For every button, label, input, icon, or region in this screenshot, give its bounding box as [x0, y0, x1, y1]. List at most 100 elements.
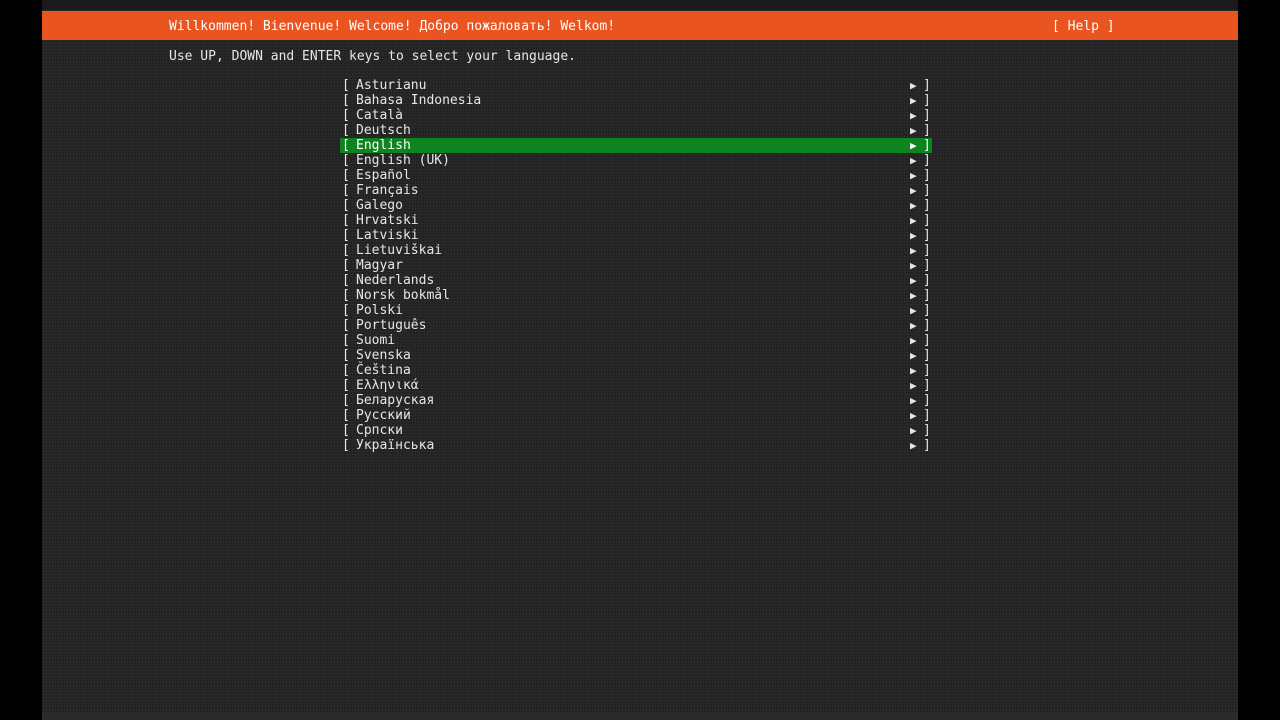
- language-label: Čeština: [356, 363, 411, 378]
- language-label: English: [356, 138, 411, 153]
- arrow-right-icon: ▶: [910, 289, 917, 302]
- close-bracket: ]: [923, 393, 931, 408]
- arrow-right-icon: ▶: [910, 169, 917, 182]
- language-option[interactable]: [Polski ▶]: [340, 303, 932, 318]
- language-option[interactable]: [Norsk bokmål ▶]: [340, 288, 932, 303]
- arrow-right-icon: ▶: [910, 244, 917, 257]
- language-option[interactable]: [ Français ▶]: [340, 183, 932, 198]
- language-label: English (UK): [356, 153, 450, 168]
- close-bracket: ]: [923, 153, 931, 168]
- language-label: Polski: [356, 303, 403, 318]
- language-label: Português: [356, 318, 427, 333]
- open-bracket: [: [342, 318, 350, 333]
- open-bracket: [: [342, 108, 350, 123]
- open-bracket: [: [342, 393, 350, 408]
- arrow-right-icon: ▶: [910, 349, 917, 362]
- arrow-right-icon: ▶: [910, 124, 917, 137]
- language-label: Hrvatski: [356, 213, 419, 228]
- arrow-right-icon: ▶: [910, 334, 917, 347]
- arrow-right-icon: ▶: [910, 214, 917, 227]
- language-label: Svenska: [356, 348, 411, 363]
- language-option[interactable]: [Deutsch ▶]: [340, 123, 932, 138]
- language-option[interactable]: [Čeština ▶]: [340, 363, 932, 378]
- open-bracket: [: [342, 423, 350, 438]
- open-bracket: [: [342, 153, 350, 168]
- language-label: Asturianu: [356, 78, 427, 93]
- open-bracket: [: [342, 378, 350, 393]
- screen: Willkommen! Bienvenue! Welcome! Добро по…: [0, 0, 1280, 720]
- open-bracket: [: [342, 123, 350, 138]
- open-bracket: [: [342, 273, 350, 288]
- open-bracket: [: [342, 168, 350, 183]
- open-bracket: [: [342, 288, 350, 303]
- language-option[interactable]: [Magyar ▶]: [340, 258, 932, 273]
- close-bracket: ]: [923, 198, 931, 213]
- open-bracket: [: [342, 183, 350, 198]
- instructions-text: Use UP, DOWN and ENTER keys to select yo…: [169, 49, 576, 64]
- open-bracket: [: [342, 303, 350, 318]
- language-option[interactable]: [Asturianu ▶]: [340, 78, 932, 93]
- close-bracket: ]: [923, 228, 931, 243]
- close-bracket: ]: [923, 78, 931, 93]
- language-option[interactable]: [Српски ▶]: [340, 423, 932, 438]
- arrow-right-icon: ▶: [910, 229, 917, 242]
- installer-terminal: Willkommen! Bienvenue! Welcome! Добро по…: [42, 0, 1238, 720]
- language-option[interactable]: [ Català ▶]: [340, 108, 932, 123]
- language-option[interactable]: [Latviski ▶]: [340, 228, 932, 243]
- arrow-right-icon: ▶: [910, 139, 917, 152]
- close-bracket: ]: [923, 123, 931, 138]
- language-option[interactable]: [Nederlands ▶]: [340, 273, 932, 288]
- close-bracket: ]: [923, 183, 931, 198]
- language-option[interactable]: [Українська ▶]: [340, 438, 932, 453]
- close-bracket: ]: [923, 138, 931, 153]
- open-bracket: [: [342, 348, 350, 363]
- language-label: Lietuviškai: [356, 243, 443, 258]
- open-bracket: [: [342, 198, 350, 213]
- close-bracket: ]: [923, 108, 931, 123]
- arrow-right-icon: ▶: [910, 319, 917, 332]
- help-button[interactable]: [ Help ]: [1052, 19, 1115, 34]
- language-label: Français: [356, 183, 419, 198]
- arrow-right-icon: ▶: [910, 409, 917, 422]
- language-option[interactable]: [Português ▶]: [340, 318, 932, 333]
- arrow-right-icon: ▶: [910, 79, 917, 92]
- language-option[interactable]: [Bahasa Indonesia ▶]: [340, 93, 932, 108]
- language-label: Español: [356, 168, 411, 183]
- language-option[interactable]: [English ▶]: [340, 138, 932, 153]
- language-option[interactable]: [Ελληνικά ▶]: [340, 378, 932, 393]
- language-label: Català: [356, 108, 403, 123]
- welcome-title: Willkommen! Bienvenue! Welcome! Добро по…: [169, 19, 616, 34]
- language-option[interactable]: [ Hrvatski ▶]: [340, 213, 932, 228]
- language-option[interactable]: [Español ▶]: [340, 168, 932, 183]
- bottom-border: [42, 712, 1238, 720]
- close-bracket: ]: [923, 258, 931, 273]
- arrow-right-icon: ▶: [910, 109, 917, 122]
- close-bracket: ]: [923, 213, 931, 228]
- open-bracket: [: [342, 213, 350, 228]
- arrow-right-icon: ▶: [910, 199, 917, 212]
- arrow-right-icon: ▶: [910, 184, 917, 197]
- language-option[interactable]: [ Galego ▶]: [340, 198, 932, 213]
- arrow-right-icon: ▶: [910, 259, 917, 272]
- language-label: Galego: [356, 198, 403, 213]
- arrow-right-icon: ▶: [910, 274, 917, 287]
- open-bracket: [: [342, 438, 350, 453]
- open-bracket: [: [342, 243, 350, 258]
- close-bracket: ]: [923, 363, 931, 378]
- language-option[interactable]: [English (UK) ▶]: [340, 153, 932, 168]
- language-label: Nederlands: [356, 273, 435, 288]
- language-option[interactable]: [Русский ▶]: [340, 408, 932, 423]
- close-bracket: ]: [923, 288, 931, 303]
- language-label: Українська: [356, 438, 435, 453]
- arrow-right-icon: ▶: [910, 424, 917, 437]
- close-bracket: ]: [923, 243, 931, 258]
- open-bracket: [: [342, 333, 350, 348]
- language-label: Беларуская: [356, 393, 435, 408]
- language-option[interactable]: [Svenska ▶]: [340, 348, 932, 363]
- language-label: Suomi: [356, 333, 396, 348]
- language-option[interactable]: [Беларуская ▶]: [340, 393, 932, 408]
- language-option[interactable]: [Suomi ▶]: [340, 333, 932, 348]
- close-bracket: ]: [923, 303, 931, 318]
- close-bracket: ]: [923, 378, 931, 393]
- language-option[interactable]: [ Lietuviškai ▶]: [340, 243, 932, 258]
